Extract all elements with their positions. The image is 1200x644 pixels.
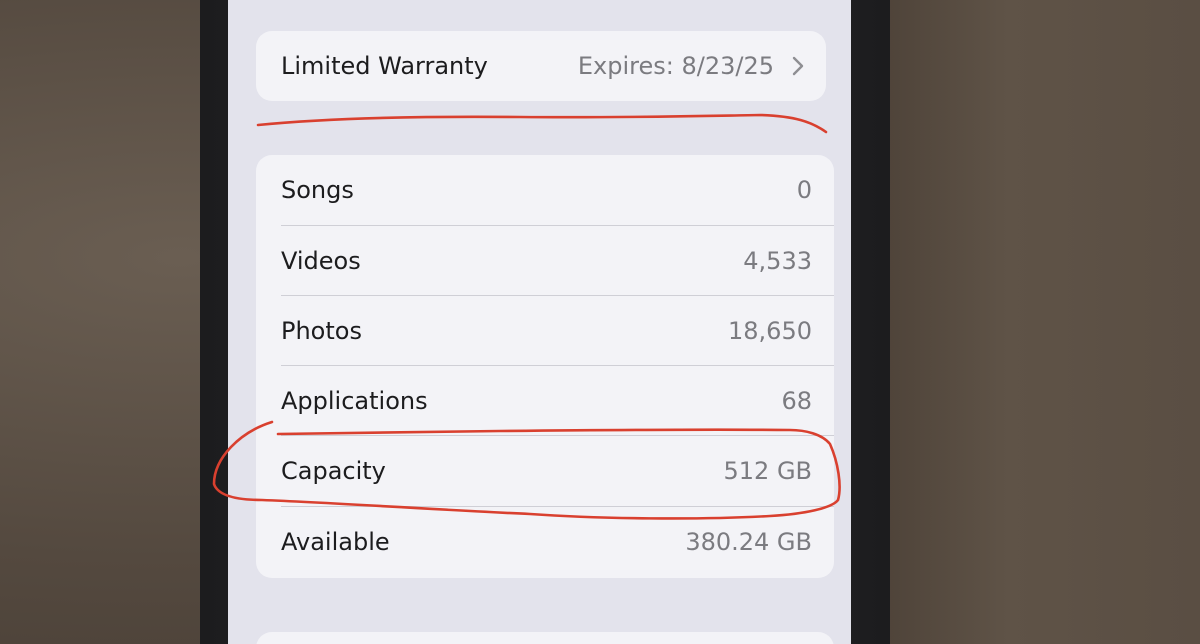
stat-value-applications: 68 (781, 387, 812, 415)
stat-value-photos: 18,650 (728, 317, 812, 345)
stat-row-applications: Applications 68 (256, 366, 834, 436)
limited-warranty-row[interactable]: Limited Warranty Expires: 8/23/25 (256, 31, 826, 101)
stat-value-videos: 4,533 (743, 247, 812, 275)
stat-row-available: Available 380.24 GB (256, 507, 834, 577)
limited-warranty-value: Expires: 8/23/25 (577, 52, 774, 80)
stat-row-videos: Videos 4,533 (256, 226, 834, 296)
stat-label-applications: Applications (281, 387, 428, 415)
chevron-right-icon (792, 56, 804, 76)
stat-label-available: Available (281, 528, 390, 556)
stat-label-videos: Videos (281, 247, 361, 275)
limited-warranty-label: Limited Warranty (281, 52, 488, 80)
stat-label-songs: Songs (281, 176, 354, 204)
stat-value-songs: 0 (796, 176, 812, 204)
stat-row-capacity: Capacity 512 GB (256, 436, 834, 506)
stat-label-capacity: Capacity (281, 457, 386, 485)
warranty-group: Limited Warranty Expires: 8/23/25 (256, 31, 826, 101)
phone-screen: Limited Warranty Expires: 8/23/25 Songs … (228, 0, 851, 644)
background-surface-right (880, 0, 1200, 644)
next-group-partial (256, 632, 834, 644)
stat-row-songs: Songs 0 (256, 155, 834, 225)
device-stats-group: Songs 0 Videos 4,533 Photos 18,650 Appli… (256, 155, 834, 578)
stat-row-photos: Photos 18,650 (256, 296, 834, 366)
stat-value-available: 380.24 GB (685, 528, 812, 556)
stat-value-capacity: 512 GB (723, 457, 813, 485)
stat-label-photos: Photos (281, 317, 362, 345)
limited-warranty-value-wrap: Expires: 8/23/25 (578, 52, 804, 80)
